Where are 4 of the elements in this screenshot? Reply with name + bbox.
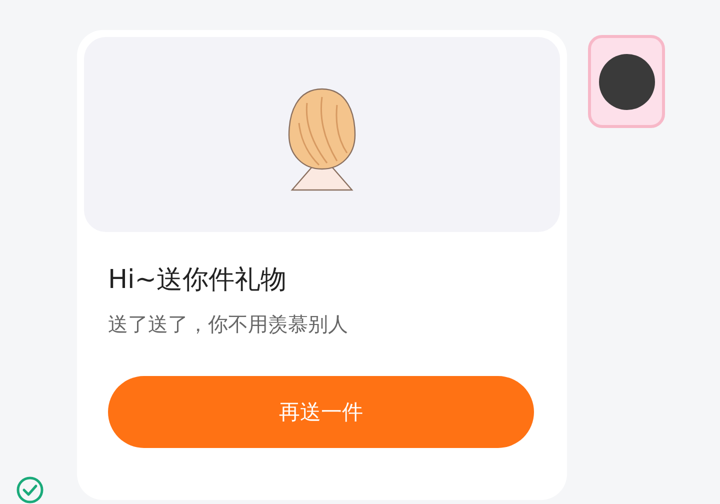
- avatar-frame[interactable]: [588, 35, 665, 128]
- gift-title: Hi~送你件礼物: [108, 264, 288, 297]
- send-again-button[interactable]: 再送一件: [108, 376, 534, 448]
- gift-message: 送了送了，你不用羡慕别人: [108, 311, 349, 338]
